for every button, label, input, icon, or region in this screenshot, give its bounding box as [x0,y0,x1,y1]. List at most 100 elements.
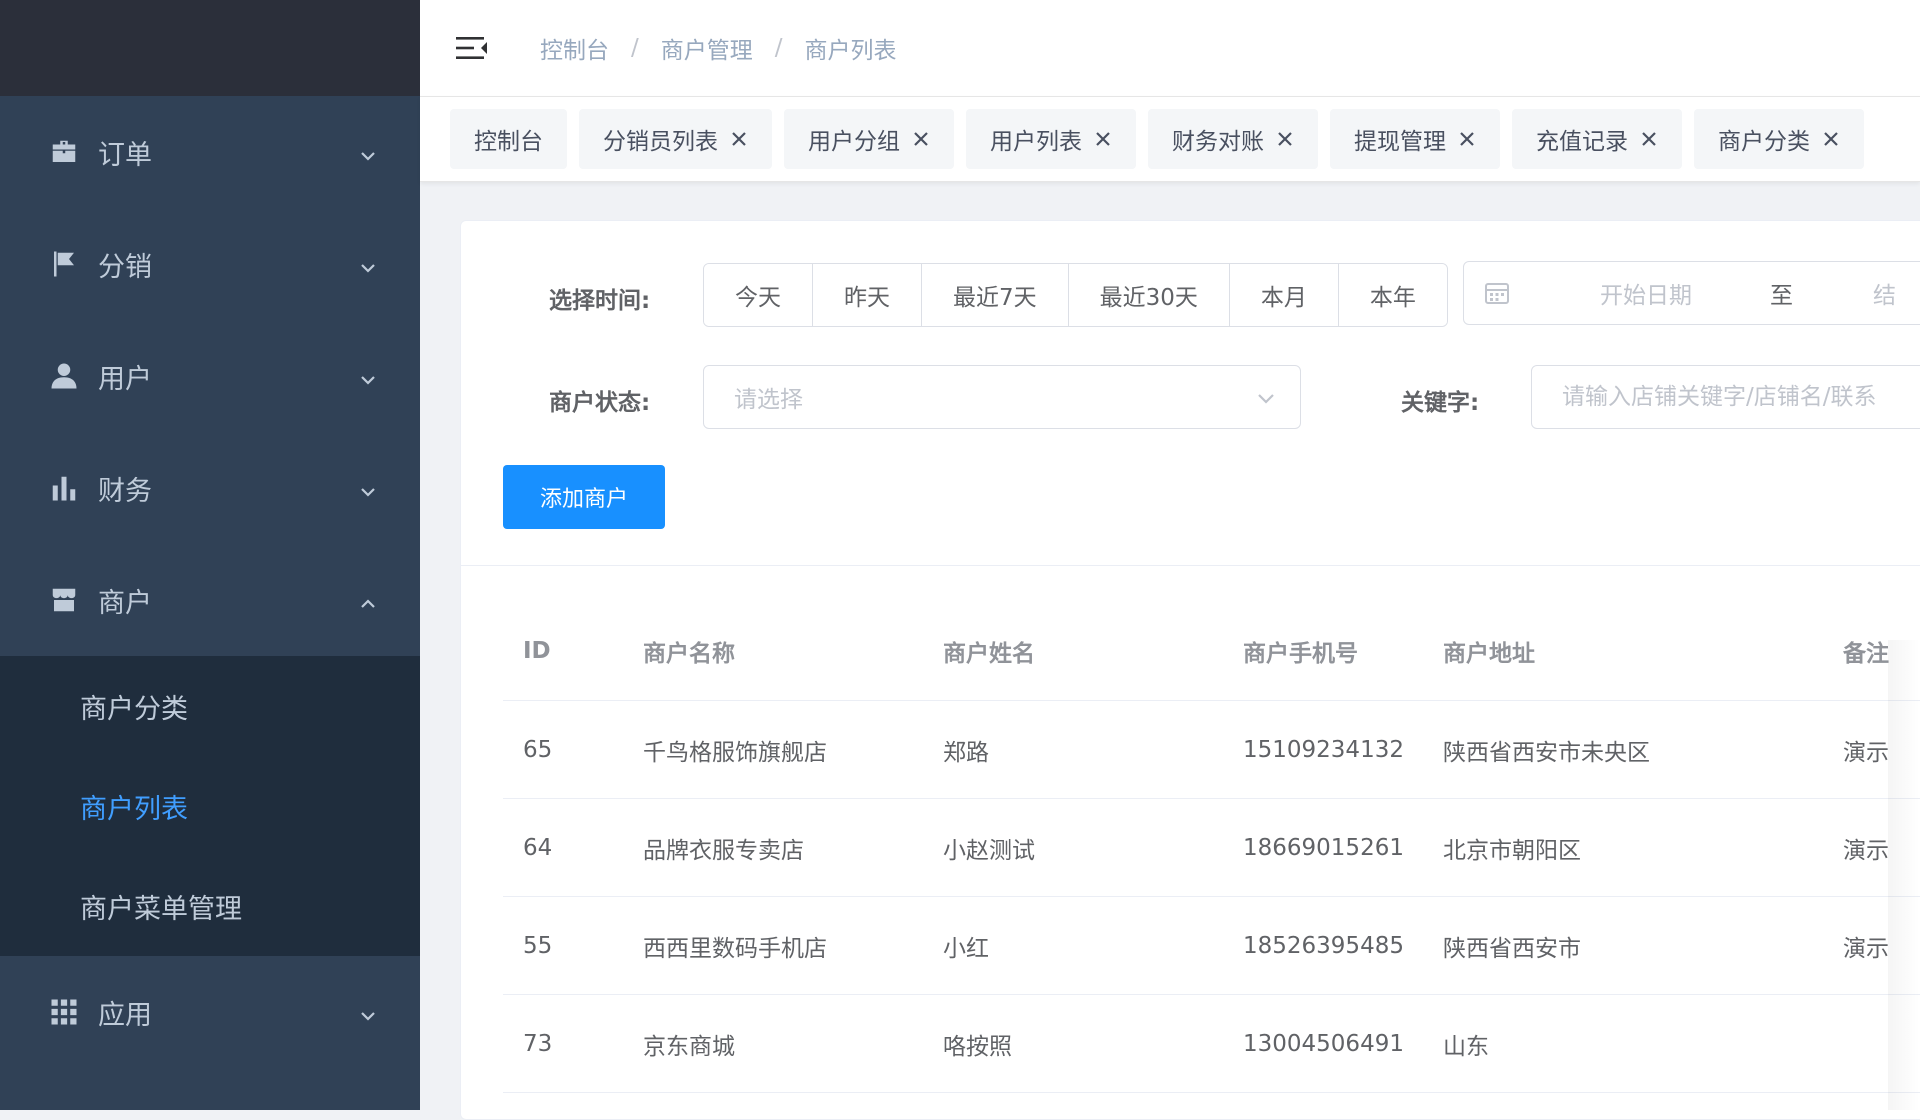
tag-distributor-list[interactable]: 分销员列表 [579,109,772,169]
tag-user-group[interactable]: 用户分组 [784,109,954,169]
cell-person: 小红 [943,935,989,962]
status-filter-label: 商户状态: [549,390,651,416]
flag-icon [48,248,80,280]
tag-recharge-records[interactable]: 充值记录 [1512,109,1682,169]
table-row[interactable]: 64 品牌衣服专卖店 小赵测试 18669015261 北京市朝阳区 演示 [503,799,1920,897]
date-yesterday-button[interactable]: 昨天 [813,264,922,326]
breadcrumb-merchant-management[interactable]: 商户管理 [661,31,753,65]
cell-id: 64 [523,834,553,861]
cell-address: 山东 [1443,1033,1489,1060]
chevron-down-icon [358,142,378,162]
cell-person: 小赵测试 [943,837,1035,864]
date-this-month-button[interactable]: 本月 [1229,264,1339,326]
cell-note: 演示 [1843,935,1889,962]
cell-phone: 18526395485 [1243,932,1404,959]
close-icon[interactable] [1276,130,1294,148]
tag-label: 用户列表 [990,129,1082,155]
filter-area: 选择时间: 今天 昨天 最近7天 最近30天 本月 本年 开始日期 至 结 商户… [461,221,1920,566]
bar-chart-icon [48,472,80,504]
cell-address: 陕西省西安市未央区 [1443,739,1650,766]
tag-withdraw-management[interactable]: 提现管理 [1330,109,1500,169]
keyword-input[interactable] [1531,365,1920,429]
sidebar-item-merchant-menu[interactable]: 商户菜单管理 [0,856,420,956]
tag-label: 提现管理 [1354,129,1446,155]
merchant-table: ID 商户名称 商户姓名 商户手机号 商户地址 备注 65 千鸟格服饰旗舰店 郑… [503,601,1920,1093]
sidebar-item-label: 订单 [98,139,152,171]
status-select[interactable]: 请选择 [703,365,1301,429]
close-icon[interactable] [1094,130,1112,148]
tag-label: 用户分组 [808,129,900,155]
table-row[interactable]: 55 西西里数码手机店 小红 18526395485 陕西省西安市 演示 [503,897,1920,995]
table-row[interactable]: 73 京东商城 咯按照 13004506491 山东 [503,995,1920,1093]
column-header-person: 商户姓名 [943,640,1035,667]
sidebar-item-merchant-category[interactable]: 商户分类 [0,656,420,756]
cell-address: 北京市朝阳区 [1443,837,1581,864]
chevron-down-icon [358,1002,378,1022]
cell-note: 演示 [1843,739,1889,766]
chevron-up-icon [358,590,378,610]
cell-name: 千鸟格服饰旗舰店 [643,739,827,766]
close-icon[interactable] [1822,130,1840,148]
date-last7-button[interactable]: 最近7天 [922,264,1069,326]
submenu-item-label: 商户分类 [80,693,188,725]
tag-user-list[interactable]: 用户列表 [966,109,1136,169]
tag-label: 财务对账 [1172,129,1264,155]
sidebar-item-orders[interactable]: 订单 [0,96,420,208]
sidebar-item-label: 分销 [98,251,152,283]
chevron-down-icon [358,366,378,386]
tag-merchant-category[interactable]: 商户分类 [1694,109,1864,169]
tag-dashboard[interactable]: 控制台 [450,109,567,169]
date-end-input[interactable]: 结 [1873,276,1896,310]
cell-id: 55 [523,932,553,959]
column-header-id: ID [523,637,551,664]
table-row[interactable]: 65 千鸟格服饰旗舰店 郑路 15109234132 陕西省西安市未央区 演示 [503,701,1920,799]
status-select-placeholder: 请选择 [734,387,803,413]
add-merchant-button[interactable]: 添加商户 [503,465,665,529]
sidebar-item-label: 用户 [98,363,152,395]
cell-name: 京东商城 [643,1033,735,1060]
sidebar-item-apps[interactable]: 应用 [0,956,420,1068]
date-this-year-button[interactable]: 本年 [1338,264,1447,326]
fixed-column-shadow [1888,640,1920,1110]
cell-id: 73 [523,1030,553,1057]
breadcrumb-merchant-list: 商户列表 [804,38,897,64]
cell-phone: 18669015261 [1243,834,1404,861]
cell-name: 西西里数码手机店 [643,935,827,962]
close-icon[interactable] [1640,130,1658,148]
close-icon[interactable] [730,130,748,148]
sidebar-item-users[interactable]: 用户 [0,320,420,432]
tag-label: 控制台 [474,129,543,155]
breadcrumb-separator: / [631,35,639,61]
submenu-item-label: 商户列表 [80,793,188,825]
chevron-down-icon [1254,386,1278,410]
sidebar-item-distribution[interactable]: 分销 [0,208,420,320]
column-header-name: 商户名称 [643,640,735,667]
date-last30-button[interactable]: 最近30天 [1068,264,1230,326]
sidebar-item-label: 应用 [98,999,152,1031]
column-header-address: 商户地址 [1443,640,1535,667]
date-range-picker[interactable]: 开始日期 至 结 [1463,261,1920,325]
date-start-input[interactable]: 开始日期 [1600,276,1760,310]
store-icon [48,584,80,616]
column-header-phone: 商户手机号 [1243,640,1358,667]
sidebar-item-finance[interactable]: 财务 [0,432,420,544]
cell-name: 品牌衣服专卖店 [643,837,804,864]
column-header-note: 备注 [1843,640,1889,667]
cell-note: 演示 [1843,837,1889,864]
tag-finance-reconcile[interactable]: 财务对账 [1148,109,1318,169]
breadcrumb: 控制台 / 商户管理 / 商户列表 [540,31,897,65]
close-icon[interactable] [912,130,930,148]
cell-person: 咯按照 [943,1033,1012,1060]
cell-id: 65 [523,736,553,763]
tags-view: 控制台 分销员列表 用户分组 用户列表 财务对账 提现管理 充值记录 商户分类 [420,96,1920,182]
merchant-list-card: 选择时间: 今天 昨天 最近7天 最近30天 本月 本年 开始日期 至 结 商户… [460,220,1920,1120]
close-icon[interactable] [1458,130,1476,148]
hamburger-icon[interactable] [454,30,490,66]
breadcrumb-dashboard[interactable]: 控制台 [540,31,609,65]
sidebar-item-merchant-list[interactable]: 商户列表 [0,756,420,856]
submenu-item-label: 商户菜单管理 [80,893,242,925]
cell-phone: 13004506491 [1243,1030,1404,1057]
date-today-button[interactable]: 今天 [704,264,813,326]
sidebar-item-merchant[interactable]: 商户 [0,544,420,656]
tag-label: 充值记录 [1536,129,1628,155]
